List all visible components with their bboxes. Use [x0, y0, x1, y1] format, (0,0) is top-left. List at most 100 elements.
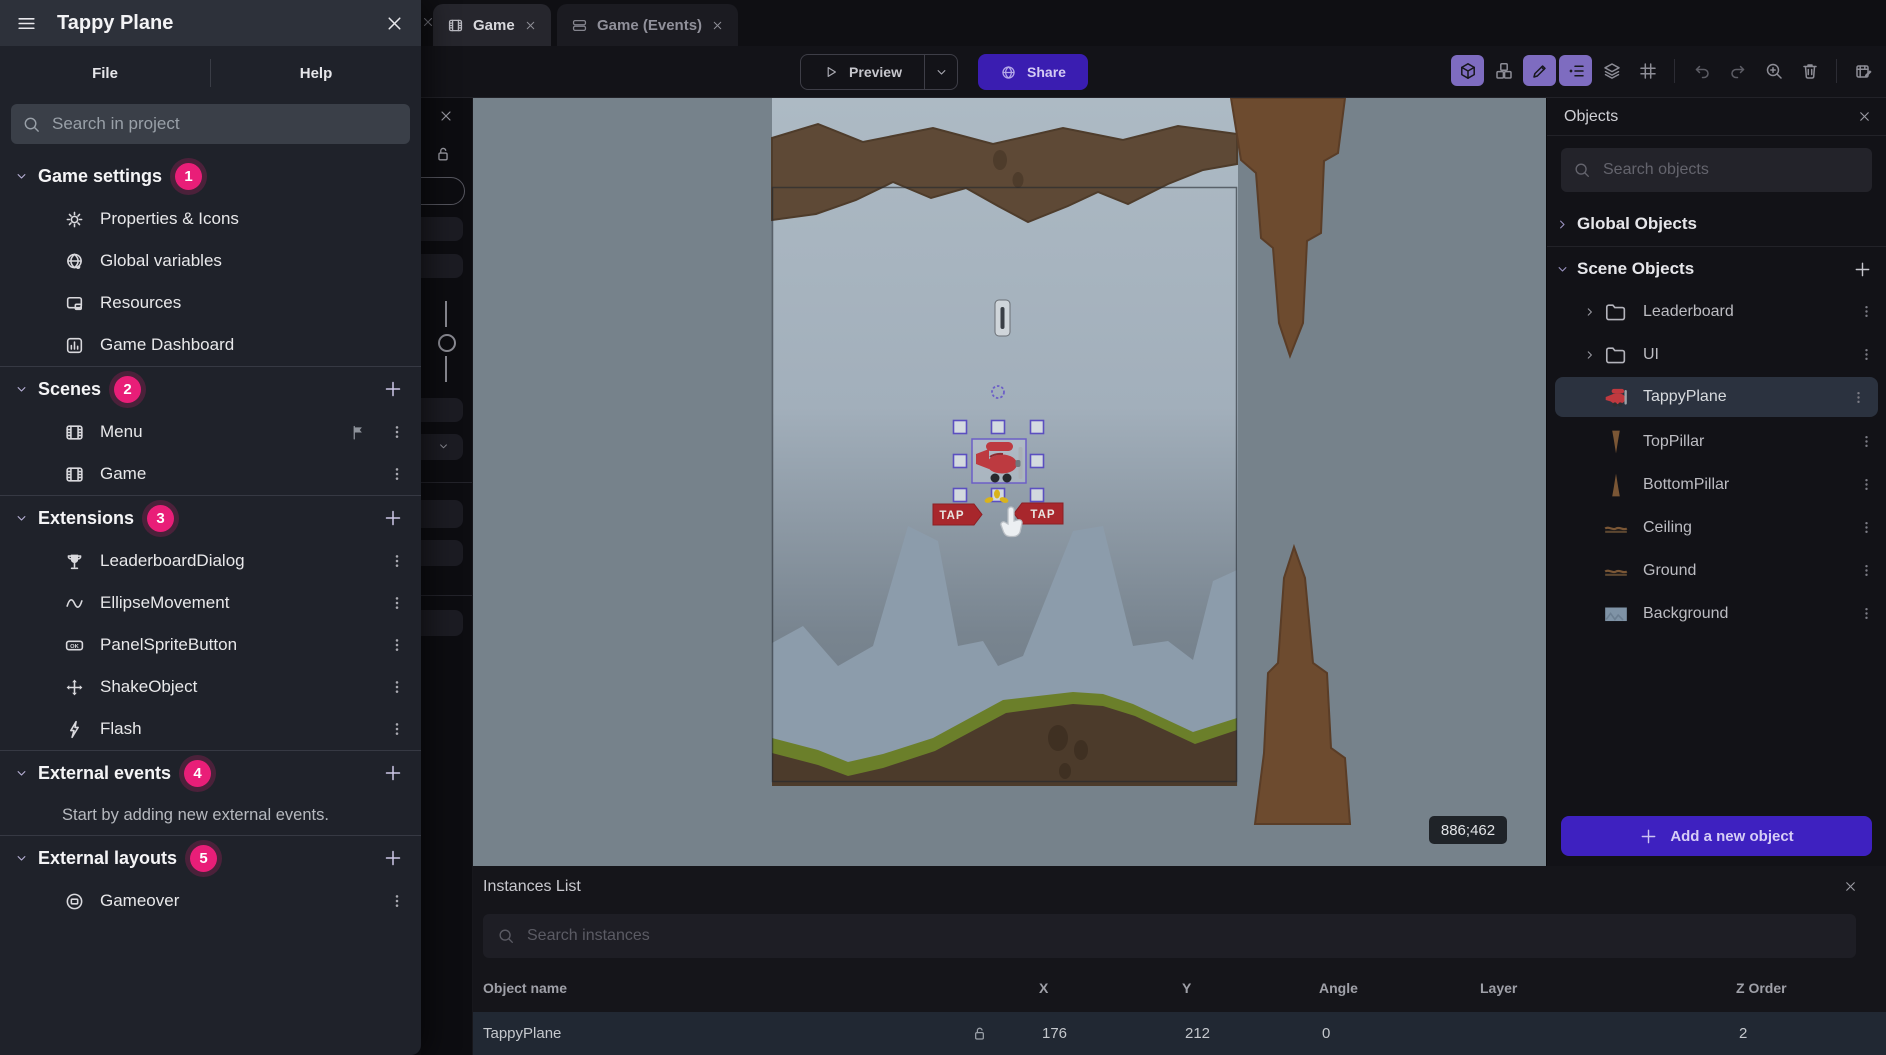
zoom-button[interactable]	[1757, 55, 1790, 86]
instance-y[interactable]: 212	[1185, 1025, 1210, 1042]
row-menu-icon[interactable]	[1859, 563, 1874, 578]
scene-objects-header[interactable]: Scene Objects	[1547, 250, 1886, 288]
link-toggle[interactable]	[438, 334, 456, 352]
object-row-ui[interactable]: UI	[1547, 333, 1886, 376]
chevron-right-icon[interactable]	[1583, 305, 1597, 319]
object-row-tappyplane[interactable]: TappyPlane	[1555, 377, 1878, 417]
row-menu-icon[interactable]	[389, 553, 405, 569]
instances-search[interactable]	[483, 914, 1856, 958]
section-header-external-layouts[interactable]: External layouts 5	[0, 836, 421, 880]
row-menu-icon[interactable]	[389, 893, 405, 909]
object-row-toppillar[interactable]: TopPillar	[1547, 420, 1886, 463]
row-menu-icon[interactable]	[1859, 520, 1874, 535]
instance-row-tappyplane[interactable]: TappyPlane 176 212 0 2	[473, 1012, 1886, 1055]
item-ext-shakeobject[interactable]: ShakeObject	[0, 666, 421, 708]
drawer-close-icon[interactable]	[384, 13, 405, 34]
objects-search[interactable]	[1561, 148, 1872, 192]
bottom-pillar[interactable]	[1255, 547, 1350, 824]
instances-close-icon[interactable]	[1843, 879, 1858, 894]
properties-panel-toggle[interactable]	[1523, 55, 1556, 86]
item-ext-ellipsemovement[interactable]: EllipseMovement	[0, 582, 421, 624]
item-game-dashboard[interactable]: Game Dashboard	[0, 324, 421, 366]
scene-canvas[interactable]: TAP TAP 886;462	[473, 98, 1546, 866]
chevron-right-icon[interactable]	[1583, 348, 1597, 362]
item-layout-gameover[interactable]: Gameover	[0, 880, 421, 922]
global-objects-header[interactable]: Global Objects	[1547, 205, 1886, 243]
tab-game-events[interactable]: Game (Events)	[557, 4, 738, 46]
layers-panel-toggle[interactable]	[1595, 55, 1628, 86]
instance-x[interactable]: 176	[1042, 1025, 1067, 1042]
object-row-ground[interactable]: Ground	[1547, 549, 1886, 592]
item-scene-game[interactable]: Game	[0, 453, 421, 495]
add-extension-icon[interactable]	[383, 508, 403, 528]
row-menu-icon[interactable]	[1859, 304, 1874, 319]
grid-toggle[interactable]	[1631, 55, 1664, 86]
section-header-scenes[interactable]: Scenes 2	[0, 367, 421, 411]
row-menu-icon[interactable]	[389, 466, 405, 482]
file-menu[interactable]: File	[0, 65, 210, 82]
tab-close-icon[interactable]	[524, 19, 537, 32]
object-row-leaderboard[interactable]: Leaderboard	[1547, 290, 1886, 333]
lock-open-icon[interactable]	[434, 145, 452, 163]
section-header-extensions[interactable]: Extensions 3	[0, 496, 421, 540]
tab-close-icon[interactable]	[711, 19, 724, 32]
toolbar-icon-group	[1451, 55, 1880, 86]
redo-button[interactable]	[1721, 55, 1754, 86]
instances-search-input[interactable]	[525, 926, 1842, 946]
add-new-object-button[interactable]: Add a new object	[1561, 816, 1872, 856]
objects-close-icon[interactable]	[1857, 109, 1872, 124]
section-header-external-events[interactable]: External events 4	[0, 751, 421, 795]
item-scene-menu[interactable]: Menu	[0, 411, 421, 453]
objects-search-input[interactable]	[1601, 160, 1860, 180]
add-scene-icon[interactable]	[383, 379, 403, 399]
add-external-layout-icon[interactable]	[383, 848, 403, 868]
object-row-ceiling[interactable]: Ceiling	[1547, 506, 1886, 549]
tab-game-scene[interactable]: Game	[433, 4, 551, 46]
row-menu-icon[interactable]	[389, 721, 405, 737]
link-line	[445, 301, 447, 327]
undo-button[interactable]	[1685, 55, 1718, 86]
item-properties-icons[interactable]: Properties & Icons	[0, 198, 421, 240]
item-resources[interactable]: Resources	[0, 282, 421, 324]
instance-z-order[interactable]: 2	[1739, 1025, 1747, 1042]
step-badge: 1	[175, 163, 202, 190]
row-menu-icon[interactable]	[1851, 390, 1866, 405]
instances-panel-toggle[interactable]	[1487, 55, 1520, 86]
globe-icon	[64, 251, 85, 272]
row-menu-icon[interactable]	[389, 595, 405, 611]
properties-close-icon[interactable]	[438, 108, 454, 124]
row-menu-icon[interactable]	[389, 637, 405, 653]
project-search-input[interactable]	[50, 113, 399, 135]
item-ext-flash[interactable]: Flash	[0, 708, 421, 750]
top-pillar[interactable]	[1231, 98, 1345, 356]
row-menu-icon[interactable]	[1859, 606, 1874, 621]
row-menu-icon[interactable]	[1859, 347, 1874, 362]
tap-sign-left[interactable]: TAP	[933, 504, 982, 525]
help-menu[interactable]: Help	[211, 65, 421, 82]
preview-button-main[interactable]: Preview	[801, 55, 924, 89]
object-row-bottompillar[interactable]: BottomPillar	[1547, 463, 1886, 506]
section-header-game-settings[interactable]: Game settings 1	[0, 154, 421, 198]
hamburger-menu-icon[interactable]	[16, 13, 37, 34]
share-button[interactable]: Share	[978, 54, 1088, 90]
instance-angle[interactable]: 0	[1322, 1025, 1330, 1042]
row-menu-icon[interactable]	[1859, 434, 1874, 449]
add-object-icon[interactable]	[1853, 260, 1872, 279]
preview-button[interactable]: Preview	[800, 54, 958, 90]
add-external-event-icon[interactable]	[383, 763, 403, 783]
delete-button[interactable]	[1793, 55, 1826, 86]
objects-panel-toggle[interactable]	[1451, 55, 1484, 86]
object-row-background[interactable]: Background	[1547, 592, 1886, 635]
row-menu-icon[interactable]	[389, 679, 405, 695]
item-ext-panelspritebutton[interactable]: OK PanelSpriteButton	[0, 624, 421, 666]
row-menu-icon[interactable]	[1859, 477, 1874, 492]
project-search[interactable]	[11, 104, 410, 144]
item-global-variables[interactable]: Global variables	[0, 240, 421, 282]
ceiling-footprint	[993, 150, 1007, 170]
lock-open-icon[interactable]	[971, 1025, 988, 1042]
item-ext-leaderboarddialog[interactable]: LeaderboardDialog	[0, 540, 421, 582]
instances-list-toggle[interactable]	[1559, 55, 1592, 86]
preview-dropdown-button[interactable]	[925, 55, 957, 89]
edit-scene-events-button[interactable]	[1847, 55, 1880, 86]
row-menu-icon[interactable]	[389, 424, 405, 440]
